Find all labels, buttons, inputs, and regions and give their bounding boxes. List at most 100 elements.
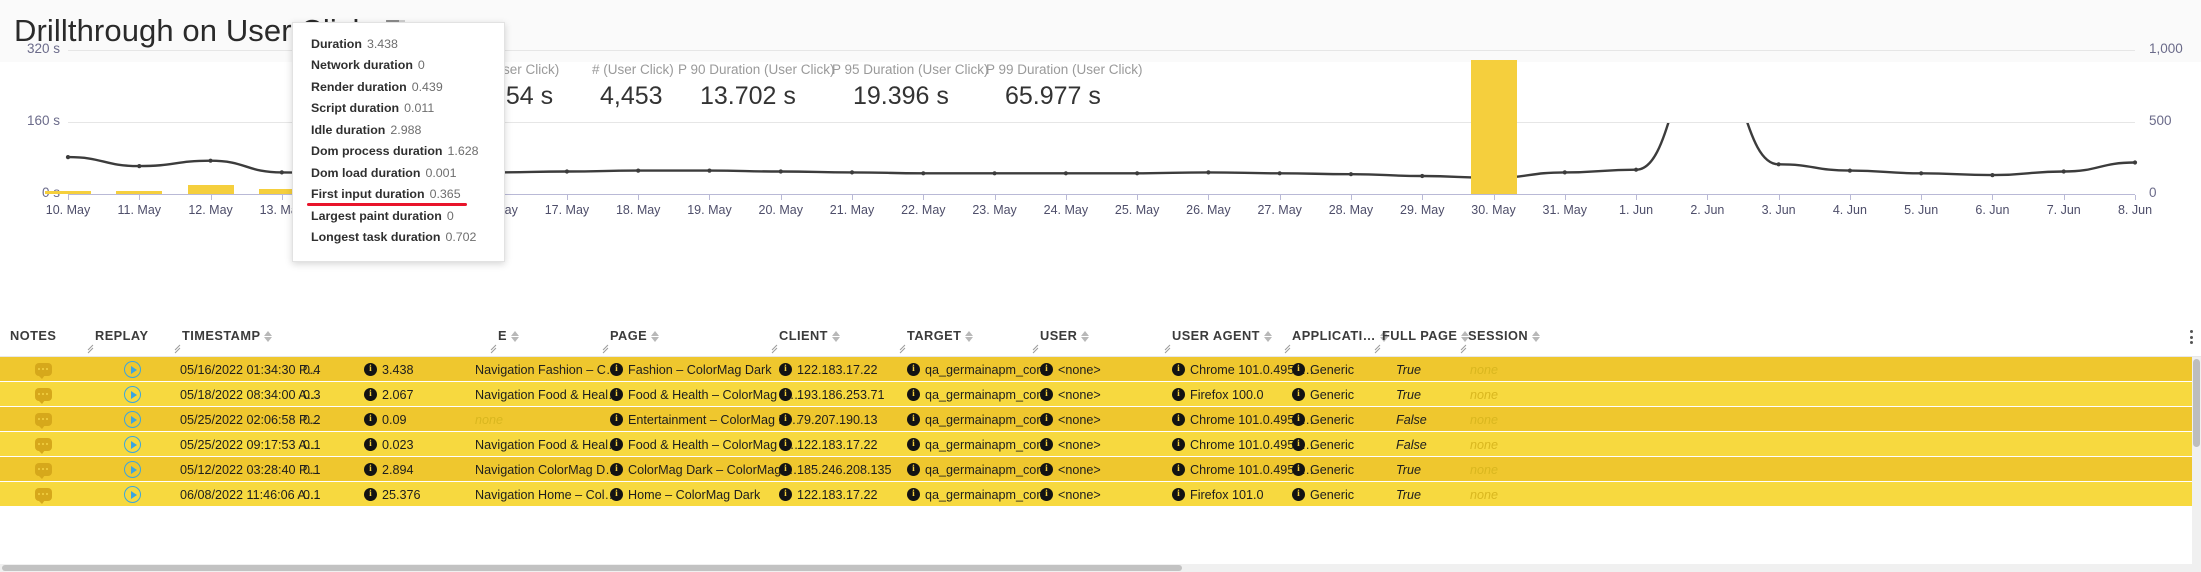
info-icon[interactable]: i [779, 438, 792, 451]
table-row[interactable]: 05/18/2022 08:34:00 A…0.3i2.067Navigatio… [0, 382, 2201, 407]
info-icon[interactable]: i [610, 413, 623, 426]
info-icon[interactable]: i [364, 363, 377, 376]
info-icon[interactable]: i [364, 488, 377, 501]
cell-notes[interactable] [35, 357, 52, 382]
info-icon[interactable]: i [1292, 438, 1305, 451]
info-icon[interactable]: i [907, 488, 920, 501]
info-icon[interactable]: i [779, 363, 792, 376]
sort-arrows-icon[interactable] [965, 331, 973, 342]
column-resize-handle[interactable] [771, 344, 781, 354]
info-icon[interactable]: i [907, 463, 920, 476]
column-resize-handle[interactable] [174, 344, 184, 354]
info-icon[interactable]: i [1172, 488, 1185, 501]
table-row[interactable]: 06/08/2022 11:46:06 A…0.1i25.376Navigati… [0, 482, 2201, 507]
notes-chat-icon[interactable] [35, 413, 52, 426]
replay-play-icon[interactable] [124, 461, 141, 478]
column-header-user_agent[interactable]: USER AGENT [1172, 328, 1272, 343]
column-resize-handle[interactable] [1284, 344, 1294, 354]
sort-arrows-icon[interactable] [1081, 331, 1089, 342]
vertical-scrollbar-thumb[interactable] [2193, 359, 2200, 447]
info-icon[interactable]: i [364, 388, 377, 401]
table-row[interactable]: 05/12/2022 03:28:40 P…0.1i2.894Navigatio… [0, 457, 2201, 482]
kebab-menu-icon[interactable] [2190, 330, 2193, 344]
info-icon[interactable]: i [779, 463, 792, 476]
replay-play-icon[interactable] [124, 386, 141, 403]
replay-play-icon[interactable] [124, 436, 141, 453]
cell-notes[interactable] [35, 382, 52, 407]
info-icon[interactable]: i [364, 463, 377, 476]
sort-arrows-icon[interactable] [1264, 331, 1272, 342]
column-header-replay[interactable]: REPLAY [95, 328, 148, 343]
info-icon[interactable]: i [610, 488, 623, 501]
info-icon[interactable]: i [610, 463, 623, 476]
column-header-notes[interactable]: NOTES [10, 328, 56, 343]
sort-arrows-icon[interactable] [832, 331, 840, 342]
notes-chat-icon[interactable] [35, 438, 52, 451]
column-resize-handle[interactable] [899, 344, 909, 354]
cell-notes[interactable] [35, 457, 52, 482]
info-icon[interactable]: i [1172, 363, 1185, 376]
info-icon[interactable]: i [1292, 463, 1305, 476]
column-header-page[interactable]: PAGE [610, 328, 659, 343]
info-icon[interactable]: i [1172, 413, 1185, 426]
info-icon[interactable]: i [1040, 388, 1053, 401]
column-resize-handle[interactable] [1164, 344, 1174, 354]
cell-replay[interactable] [124, 357, 141, 382]
notes-chat-icon[interactable] [35, 388, 52, 401]
info-icon[interactable]: i [1040, 438, 1053, 451]
info-icon[interactable]: i [1292, 363, 1305, 376]
info-icon[interactable]: i [364, 438, 377, 451]
column-header-timestamp[interactable]: TIMESTAMP [182, 328, 272, 343]
info-icon[interactable]: i [907, 388, 920, 401]
column-resize-handle[interactable] [1460, 344, 1470, 354]
horizontal-scrollbar-thumb[interactable] [2, 565, 1182, 571]
cell-replay[interactable] [124, 407, 141, 432]
info-icon[interactable]: i [1172, 463, 1185, 476]
replay-play-icon[interactable] [124, 411, 141, 428]
info-icon[interactable]: i [1040, 413, 1053, 426]
column-resize-handle[interactable] [87, 344, 97, 354]
info-icon[interactable]: i [1040, 488, 1053, 501]
column-header-client[interactable]: CLIENT [779, 328, 840, 343]
info-icon[interactable]: i [610, 363, 623, 376]
notes-chat-icon[interactable] [35, 488, 52, 501]
cell-notes[interactable] [35, 432, 52, 457]
info-icon[interactable]: i [779, 388, 792, 401]
column-resize-handle[interactable] [1032, 344, 1042, 354]
info-icon[interactable]: i [779, 488, 792, 501]
column-header-duration[interactable]: E [498, 328, 519, 343]
info-icon[interactable]: i [1040, 363, 1053, 376]
column-header-session[interactable]: SESSION [1468, 328, 1540, 343]
cell-replay[interactable] [124, 432, 141, 457]
info-icon[interactable]: i [1172, 438, 1185, 451]
column-header-application[interactable]: APPLICATI… [1292, 328, 1388, 343]
sort-arrows-icon[interactable] [511, 331, 519, 342]
column-resize-handle[interactable] [1374, 344, 1384, 354]
column-header-target[interactable]: TARGET [907, 328, 973, 343]
column-resize-handle[interactable] [490, 344, 500, 354]
info-icon[interactable]: i [907, 363, 920, 376]
table-row[interactable]: 05/16/2022 01:34:30 P…0.4i3.438Navigatio… [0, 357, 2201, 382]
notes-chat-icon[interactable] [35, 463, 52, 476]
table-row[interactable]: 05/25/2022 02:06:58 P…0.2i0.09noneiEnter… [0, 407, 2201, 432]
cell-notes[interactable] [35, 407, 52, 432]
sort-arrows-icon[interactable] [1532, 331, 1540, 342]
replay-play-icon[interactable] [124, 486, 141, 503]
info-icon[interactable]: i [907, 413, 920, 426]
cell-replay[interactable] [124, 457, 141, 482]
info-icon[interactable]: i [1292, 488, 1305, 501]
cell-notes[interactable] [35, 482, 52, 507]
info-icon[interactable]: i [1040, 463, 1053, 476]
cell-replay[interactable] [124, 382, 141, 407]
notes-chat-icon[interactable] [35, 363, 52, 376]
sort-arrows-icon[interactable] [264, 331, 272, 342]
info-icon[interactable]: i [907, 438, 920, 451]
column-resize-handle[interactable] [602, 344, 612, 354]
info-icon[interactable]: i [364, 413, 377, 426]
info-icon[interactable]: i [1172, 388, 1185, 401]
column-header-user[interactable]: USER [1040, 328, 1089, 343]
column-header-full_page[interactable]: FULL PAGE [1382, 328, 1469, 343]
info-icon[interactable]: i [1292, 388, 1305, 401]
info-icon[interactable]: i [610, 388, 623, 401]
replay-play-icon[interactable] [124, 361, 141, 378]
